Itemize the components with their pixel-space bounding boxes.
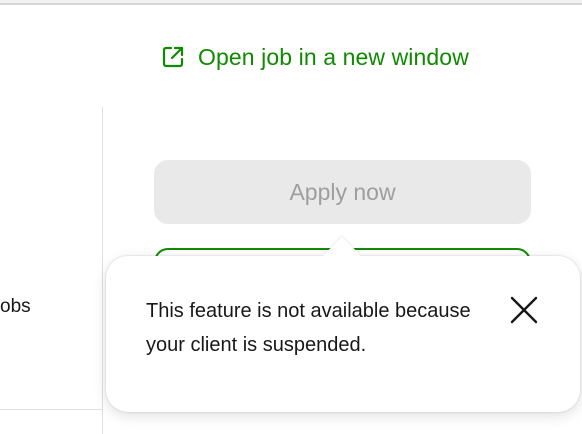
popover-message: This feature is not available because yo… — [146, 300, 471, 356]
close-popover-button[interactable] — [505, 292, 543, 330]
left-panel-text: obs — [0, 296, 31, 317]
open-job-new-window-link[interactable]: Open job in a new window — [160, 40, 469, 74]
top-border — [0, 0, 582, 5]
close-icon — [508, 294, 540, 329]
open-job-new-window-label: Open job in a new window — [198, 43, 469, 70]
left-panel-divider — [0, 409, 103, 410]
left-panel — [0, 107, 103, 434]
apply-now-button[interactable]: Apply now — [154, 160, 531, 224]
external-link-icon — [160, 44, 186, 70]
